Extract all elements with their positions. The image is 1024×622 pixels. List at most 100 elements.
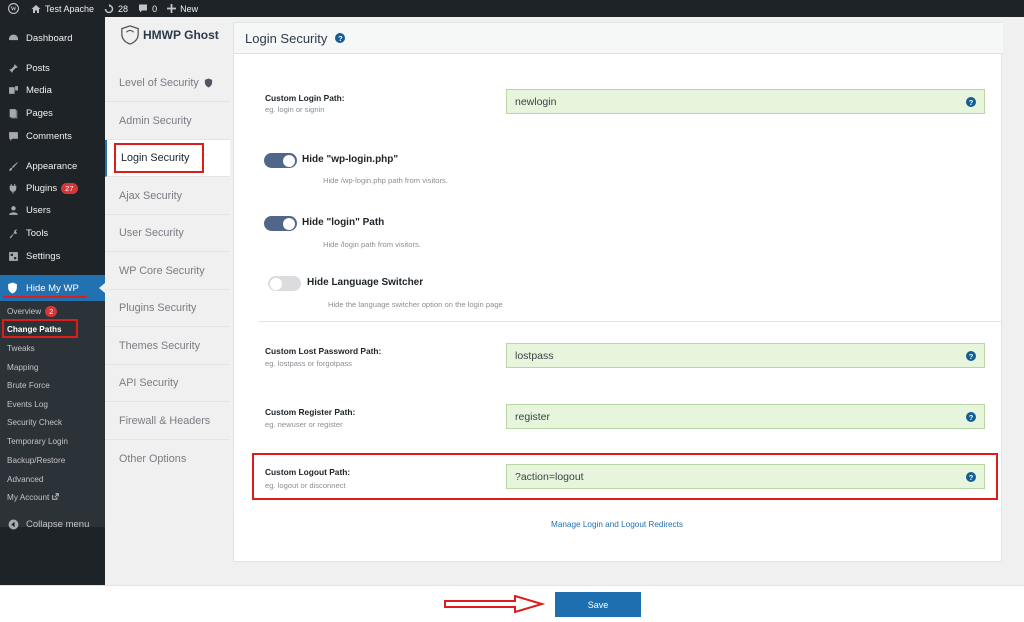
logo-text: HMWP Ghost: [143, 28, 219, 42]
save-button[interactable]: Save: [555, 592, 641, 617]
settings-icon: [7, 250, 19, 262]
collapse-icon: [7, 518, 19, 530]
submenu-item-security-check[interactable]: Security Check: [7, 418, 62, 427]
nav-label: Level of Security: [119, 77, 199, 89]
admin-bar: W Test Apache 28 0 New: [0, 0, 1024, 17]
wordpress-logo-icon[interactable]: W: [8, 0, 19, 17]
menu-label: Dashboard: [26, 32, 73, 44]
menu-item-media[interactable]: Media: [0, 80, 105, 100]
login-path-input[interactable]: newlogin ?: [506, 89, 985, 114]
ghost-shield-icon: [121, 25, 139, 45]
plugin-nav: HMWP Ghost Level of Security Admin Secur…: [105, 17, 230, 585]
nav-other-options[interactable]: Other Options: [105, 440, 230, 477]
menu-label: Hide My WP: [26, 282, 79, 294]
menu-label: Collapse menu: [26, 518, 90, 530]
hide-login-toggle[interactable]: [264, 216, 297, 231]
nav-api-security[interactable]: API Security: [105, 365, 230, 402]
updates-link[interactable]: 28: [104, 0, 128, 17]
help-icon[interactable]: ?: [966, 97, 976, 107]
menu-label: Plugins: [26, 182, 58, 194]
nav-wp-core-security[interactable]: WP Core Security: [105, 253, 230, 290]
menu-item-hide-my-wp[interactable]: Hide My WP: [0, 275, 105, 301]
help-icon[interactable]: ?: [966, 412, 976, 422]
annotation-underline: [3, 296, 87, 298]
nav-ajax-security[interactable]: Ajax Security: [105, 178, 230, 215]
register-path-input[interactable]: register ?: [506, 404, 985, 429]
hide-wp-login-label: Hide "wp-login.php": [302, 154, 399, 165]
shield-icon: [7, 282, 19, 294]
login-path-label: Custom Login Path:: [265, 93, 345, 103]
submenu-item-mapping[interactable]: Mapping: [7, 363, 38, 372]
login-path-hint: eg. login or signin: [265, 105, 325, 114]
annotation-arrow-icon: [444, 595, 545, 613]
users-icon: [7, 204, 19, 216]
new-content-link[interactable]: New: [167, 0, 198, 17]
help-icon[interactable]: ?: [335, 33, 346, 43]
nav-level-of-security[interactable]: Level of Security: [105, 65, 230, 102]
hide-language-switcher-hint: Hide the language switcher option on the…: [328, 300, 503, 309]
comment-icon: [7, 130, 19, 142]
panel-header: Login Security ?: [234, 23, 1003, 54]
new-label: New: [180, 3, 199, 14]
lost-password-input[interactable]: lostpass ?: [506, 343, 985, 368]
annotation-box-logout-path: [252, 453, 998, 500]
lost-password-label: Custom Lost Password Path:: [265, 346, 382, 356]
plug-icon: [7, 182, 19, 194]
comments-count: 0: [152, 3, 158, 14]
menu-label: Media: [26, 84, 52, 96]
submenu-item-my-account[interactable]: My Account: [7, 493, 59, 502]
submenu-item-tweaks[interactable]: Tweaks: [7, 344, 35, 353]
submenu-item-backup-restore[interactable]: Backup/Restore: [7, 456, 65, 465]
plugin-logo: HMWP Ghost: [120, 25, 219, 45]
menu-item-comments[interactable]: Comments: [0, 126, 105, 146]
shield-icon: [204, 78, 212, 88]
plugin-settings-area: HMWP Ghost Level of Security Admin Secur…: [105, 17, 1024, 585]
menu-item-tools[interactable]: Tools: [0, 223, 105, 243]
site-name-link[interactable]: Test Apache: [31, 0, 94, 17]
panel-title: Login Security: [245, 30, 328, 46]
annotation-box-login-security: [114, 143, 204, 173]
help-icon[interactable]: ?: [966, 351, 976, 361]
menu-label: Comments: [26, 130, 72, 142]
site-name: Test Apache: [45, 3, 95, 14]
submenu-item-brute-force[interactable]: Brute Force: [7, 381, 50, 390]
menu-item-users[interactable]: Users: [0, 200, 105, 220]
menu-item-dashboard[interactable]: Dashboard: [0, 28, 105, 48]
hide-wp-login-toggle[interactable]: [264, 153, 297, 168]
submenu-label: Overview: [7, 307, 42, 316]
submenu-item-events-log[interactable]: Events Log: [7, 400, 48, 409]
menu-item-settings[interactable]: Settings: [0, 246, 105, 266]
menu-label: Users: [26, 204, 51, 216]
register-path-label: Custom Register Path:: [265, 407, 356, 417]
manage-redirects-link[interactable]: Manage Login and Logout Redirects: [551, 520, 683, 529]
wp-admin-menu: Dashboard Posts Media Pages Comments App…: [0, 17, 105, 585]
input-value: register: [515, 410, 551, 423]
menu-label: Pages: [26, 107, 53, 119]
nav-plugins-security[interactable]: Plugins Security: [105, 290, 230, 327]
nav-user-security[interactable]: User Security: [105, 215, 230, 252]
input-value: newlogin: [515, 95, 557, 108]
external-link-icon: [51, 493, 59, 500]
menu-label: Appearance: [26, 160, 78, 172]
dashboard-icon: [7, 32, 19, 44]
menu-item-pages[interactable]: Pages: [0, 103, 105, 123]
brush-icon: [7, 160, 19, 172]
menu-item-plugins[interactable]: Plugins 27: [0, 178, 105, 198]
nav-firewall-headers[interactable]: Firewall & Headers: [105, 403, 230, 440]
nav-admin-security[interactable]: Admin Security: [105, 103, 230, 140]
submenu-item-advanced[interactable]: Advanced: [7, 475, 43, 484]
submenu-item-temporary-login[interactable]: Temporary Login: [7, 437, 68, 446]
nav-themes-security[interactable]: Themes Security: [105, 328, 230, 365]
comments-link[interactable]: 0: [138, 0, 157, 17]
media-icon: [7, 84, 19, 96]
menu-item-posts[interactable]: Posts: [0, 58, 105, 78]
submenu-item-overview[interactable]: Overview 2: [7, 306, 58, 317]
hide-language-switcher-toggle[interactable]: [268, 276, 301, 291]
updates-count: 28: [118, 3, 129, 14]
menu-label: Posts: [26, 62, 50, 74]
pages-icon: [7, 107, 19, 119]
collapse-menu-button[interactable]: Collapse menu: [0, 514, 105, 534]
section-divider: [258, 321, 1003, 322]
plugins-badge: 27: [61, 182, 78, 194]
menu-item-appearance[interactable]: Appearance: [0, 156, 105, 176]
